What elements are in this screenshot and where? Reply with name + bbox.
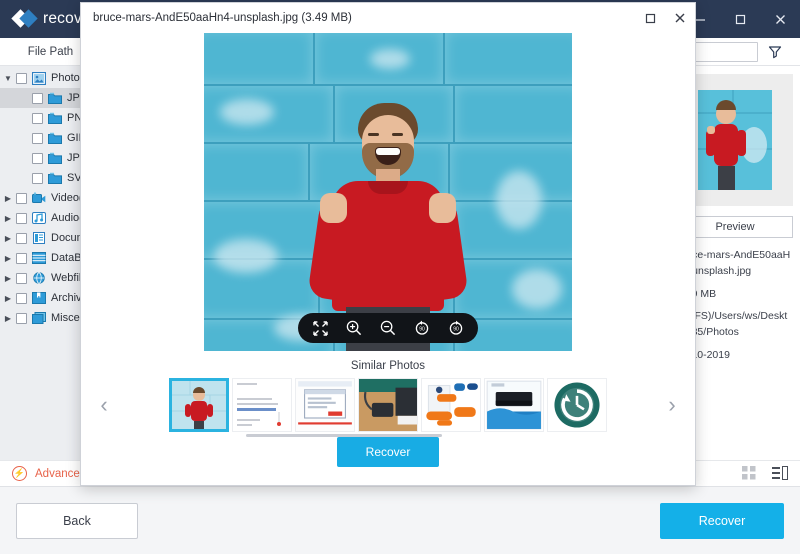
thumbnail-scrollbar[interactable]: [246, 434, 442, 437]
folder-icon: [48, 92, 62, 105]
database-icon: [32, 252, 46, 265]
teeth: [376, 148, 400, 155]
chevron-right-icon[interactable]: ▶: [0, 294, 16, 303]
checkbox-png[interactable]: [32, 113, 43, 124]
footer-bar: Back Recover: [0, 486, 800, 554]
sidebar-item-label: Miscel: [51, 312, 82, 324]
modal-recover-button[interactable]: Recover: [337, 437, 439, 467]
misc-icon: [32, 312, 46, 325]
modal-title-label: bruce-mars-AndE50aaHn4-unsplash.jpg (3.4…: [93, 12, 352, 24]
modal-titlebar: bruce-mars-AndE50aaHn4-unsplash.jpg (3.4…: [81, 3, 695, 33]
window-controls: [680, 0, 800, 38]
preview-photo[interactable]: 90 90: [204, 33, 572, 351]
archive-icon: [32, 292, 46, 305]
chevron-right-icon[interactable]: ▶: [0, 254, 16, 263]
sidebar-item-label: Photo(: [51, 72, 83, 84]
sidebar-item-label: Archiv: [51, 292, 82, 304]
chevron-right-icon[interactable]: ▶: [0, 314, 16, 323]
zoom-out-icon[interactable]: [374, 314, 402, 342]
chevron-right-icon[interactable]: ▶: [0, 234, 16, 243]
folder-icon: [48, 112, 62, 125]
view-mode-toggles: [742, 466, 788, 482]
thumbnail-time-machine-icon[interactable]: [547, 378, 607, 432]
image-icon: [32, 72, 46, 85]
audio-icon: [32, 212, 46, 225]
next-arrow-icon[interactable]: ›: [659, 385, 685, 425]
checkbox-audio[interactable]: [16, 213, 27, 224]
modal-close-icon[interactable]: [665, 3, 695, 33]
folder-icon: [48, 172, 62, 185]
checkbox-archive[interactable]: [16, 293, 27, 304]
thumbnail-screenshot-dialog[interactable]: [295, 378, 355, 432]
thumbnail-ps4-console-box[interactable]: [484, 378, 544, 432]
rotate-left-icon[interactable]: 90: [408, 314, 436, 342]
eye-left: [368, 133, 379, 136]
maximize-icon[interactable]: [720, 0, 760, 38]
sidebar-item-label: Video(: [51, 192, 83, 204]
checkbox-document[interactable]: [16, 233, 27, 244]
sidebar-item-label: Audio(: [51, 212, 83, 224]
list-view-icon[interactable]: [772, 466, 788, 482]
video-icon: [32, 192, 46, 205]
close-icon[interactable]: [760, 0, 800, 38]
modal-window-controls: [635, 3, 695, 33]
back-button[interactable]: Back: [16, 503, 138, 539]
zoom-in-icon[interactable]: [340, 314, 368, 342]
svg-text:90: 90: [419, 327, 425, 333]
thumbnail-photo-man-red-sweater[interactable]: [169, 378, 229, 432]
thumbnail-document-page[interactable]: [232, 378, 292, 432]
sidebar-item-label: DataB: [51, 252, 82, 264]
chevron-right-icon[interactable]: ▶: [0, 274, 16, 283]
checkbox-webfile[interactable]: [16, 273, 27, 284]
checkbox-jpeg[interactable]: [32, 153, 43, 164]
checkbox-video[interactable]: [16, 193, 27, 204]
svg-text:90: 90: [453, 327, 459, 333]
chevron-down-icon[interactable]: ▼: [0, 74, 16, 83]
modal-maximize-icon[interactable]: [635, 3, 665, 33]
filter-icon[interactable]: [766, 43, 784, 61]
image-preview-modal: bruce-mars-AndE50aaHn4-unsplash.jpg (3.4…: [80, 2, 696, 486]
thumbnail-external-hard-drive-photo[interactable]: [358, 378, 418, 432]
chevron-right-icon[interactable]: ▶: [0, 194, 16, 203]
recoverit-logo-icon: [14, 8, 36, 30]
checkbox-jpg[interactable]: [32, 93, 43, 104]
checkbox-svg[interactable]: [32, 173, 43, 184]
modal-footer: Recover: [81, 437, 695, 485]
lightning-circle-icon: ⚡: [12, 466, 27, 481]
similar-photos-strip: ‹: [81, 378, 695, 432]
checkbox-gif[interactable]: [32, 133, 43, 144]
grid-view-icon[interactable]: [742, 466, 758, 482]
similar-photos-title: Similar Photos: [81, 360, 695, 372]
checkbox-miscellaneous[interactable]: [16, 313, 27, 324]
thumbnail-product-boxes[interactable]: [421, 378, 481, 432]
eye-right: [392, 133, 403, 136]
prev-arrow-icon[interactable]: ‹: [91, 385, 117, 425]
folder-icon: [48, 152, 62, 165]
fist-left: [320, 193, 347, 223]
sidebar-item-label: Webfil: [51, 272, 81, 284]
recover-button[interactable]: Recover: [660, 503, 784, 539]
image-toolbar: 90 90: [298, 313, 478, 343]
application-window: recoverit File Path ▼: [0, 0, 800, 554]
checkbox-database[interactable]: [16, 253, 27, 264]
globe-icon: [32, 272, 46, 285]
fit-screen-icon[interactable]: [306, 314, 334, 342]
checkbox-photo[interactable]: [16, 73, 27, 84]
folder-icon: [48, 132, 62, 145]
document-icon: [32, 232, 46, 245]
chevron-right-icon[interactable]: ▶: [0, 214, 16, 223]
fist-right: [429, 193, 456, 223]
rotate-right-icon[interactable]: 90: [442, 314, 470, 342]
image-viewer: 90 90: [81, 33, 695, 351]
